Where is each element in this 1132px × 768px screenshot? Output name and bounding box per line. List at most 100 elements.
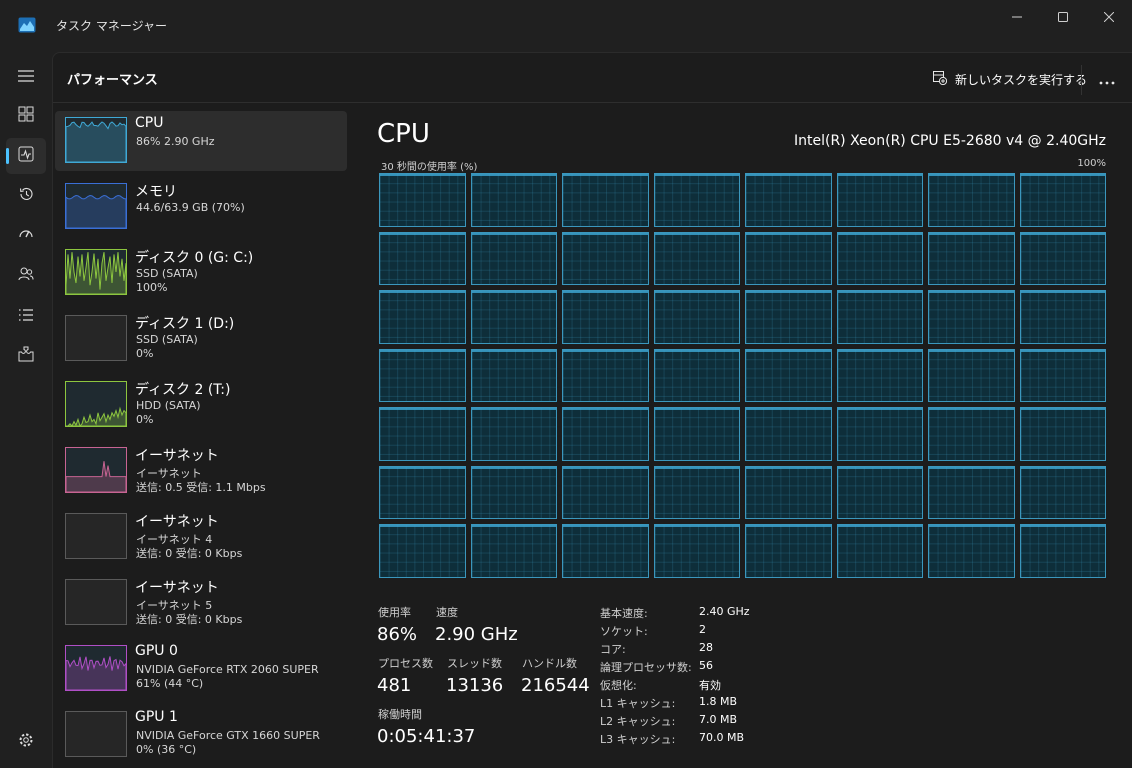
cpu-heading: CPU — [377, 119, 430, 149]
thumbnail-area — [66, 461, 126, 492]
thumbnail-trace — [66, 406, 126, 426]
hamburger-menu-icon — [18, 67, 34, 86]
run-new-task-label: 新しいタスクを実行する — [955, 72, 1088, 87]
resource-thumbnail-graph — [65, 117, 127, 163]
logical-processor-graph — [562, 231, 649, 286]
users-icon — [18, 266, 34, 286]
logical-processor-graph — [379, 524, 466, 578]
logical-processor-graph — [836, 231, 923, 286]
spec-label: コア: — [600, 643, 626, 656]
thumbnail-area — [66, 656, 126, 690]
thumbnail-trace — [66, 121, 126, 162]
logical-processor-graph — [928, 465, 1015, 520]
maximize-button[interactable] — [1040, 0, 1086, 32]
graph-max-label: 100% — [1077, 158, 1106, 169]
logical-processor-graph — [836, 465, 923, 520]
new-task-icon — [933, 70, 948, 88]
title-bar: タスク マネージャー — [0, 0, 1132, 52]
resource-detail: 61% (44 °C) — [136, 677, 204, 690]
resource-thumbnail-graph — [65, 711, 127, 757]
logical-processor-graph — [562, 524, 649, 578]
resource-thumbnail-graph — [65, 579, 127, 625]
header-separator — [53, 102, 1132, 103]
close-button[interactable] — [1086, 0, 1132, 32]
nav-processes[interactable] — [6, 98, 46, 134]
window-title: タスク マネージャー — [56, 19, 167, 33]
main-panel: パフォーマンス 新しいタスクを実行する CPU 86% 2.90 GHz メモリ 44… — [52, 52, 1132, 768]
logical-processor-graph — [379, 231, 466, 286]
resource-name: ディスク 2 (T:) — [135, 382, 231, 398]
resource-item-2[interactable]: ディスク 0 (G: C:) SSD (SATA) 100% — [55, 243, 347, 303]
nav-services[interactable] — [6, 338, 46, 374]
resource-item-7[interactable]: イーサネット イーサネット 5 送信: 0 受信: 0 Kbps — [55, 573, 347, 633]
logical-processor-graph — [745, 290, 832, 344]
resource-subtitle: SSD (SATA) — [136, 333, 198, 346]
resource-item-3[interactable]: ディスク 1 (D:) SSD (SATA) 0% — [55, 309, 347, 369]
speed-label: 速度 — [436, 606, 458, 619]
settings-icon — [18, 732, 34, 752]
resource-subtitle: NVIDIA GeForce GTX 1660 SUPER — [136, 729, 320, 742]
resource-detail: 送信: 0.5 受信: 1.1 Mbps — [136, 481, 266, 494]
logical-processor-graph — [562, 173, 649, 227]
more-options-button[interactable] — [1091, 65, 1123, 93]
resource-detail: 100% — [136, 281, 168, 294]
resource-item-4[interactable]: ディスク 2 (T:) HDD (SATA) 0% — [55, 375, 347, 435]
resource-thumbnail-graph — [65, 183, 127, 229]
spec-value: 有効 — [699, 679, 721, 692]
resource-subtitle: NVIDIA GeForce RTX 2060 SUPER — [136, 663, 319, 676]
resource-subtitle: 86% 2.90 GHz — [136, 135, 215, 148]
spec-label: 論理プロセッサ数: — [600, 661, 692, 674]
resource-item-5[interactable]: イーサネット イーサネット 送信: 0.5 受信: 1.1 Mbps — [55, 441, 347, 501]
nav-performance[interactable] — [6, 138, 46, 174]
logical-processor-graph — [653, 524, 740, 578]
logical-processor-graph — [1019, 524, 1106, 578]
logical-processor-graph — [928, 348, 1015, 403]
nav-app-history[interactable] — [6, 178, 46, 214]
resource-item-8[interactable]: GPU 0 NVIDIA GeForce RTX 2060 SUPER 61% (4… — [55, 639, 347, 699]
minimize-button[interactable] — [994, 0, 1040, 32]
logical-processor-graph — [653, 407, 740, 461]
logical-processor-graph — [379, 173, 466, 227]
header-divider — [1081, 65, 1082, 95]
logical-processor-graph — [470, 173, 557, 227]
thumbnail-area — [66, 406, 126, 426]
resource-item-0[interactable]: CPU 86% 2.90 GHz — [55, 111, 347, 171]
resource-thumbnail-graph — [65, 513, 127, 559]
resource-detail: 送信: 0 受信: 0 Kbps — [136, 613, 243, 626]
spec-value: 7.0 MB — [699, 713, 738, 726]
more-options-icon — [1099, 70, 1115, 89]
active-indicator — [6, 148, 9, 164]
page-title: パフォーマンス — [67, 73, 158, 88]
nav-users[interactable] — [6, 258, 46, 294]
spec-label: L2 キャッシュ: — [600, 715, 676, 728]
logical-processor-graph — [470, 465, 557, 520]
logical-processor-graph — [836, 173, 923, 227]
nav-details[interactable] — [6, 298, 46, 334]
utilization-value: 86% — [377, 624, 418, 645]
hamburger-menu-button[interactable] — [6, 58, 46, 94]
uptime-label: 稼働時間 — [378, 708, 422, 721]
logical-processor-graph — [470, 348, 557, 403]
spec-value: 56 — [699, 659, 713, 672]
resource-item-1[interactable]: メモリ 44.6/63.9 GB (70%) — [55, 177, 347, 237]
task-manager-app-icon — [18, 17, 36, 33]
details-icon — [18, 307, 34, 326]
resource-item-9[interactable]: GPU 1 NVIDIA GeForce GTX 1660 SUPER 0% (36… — [55, 705, 347, 765]
resource-detail: 送信: 0 受信: 0 Kbps — [136, 547, 243, 560]
resource-detail: 0% — [136, 347, 154, 360]
logical-processor-graph — [562, 407, 649, 461]
logical-processor-graph — [745, 407, 832, 461]
run-new-task-button[interactable]: 新しいタスクを実行する — [925, 65, 1095, 93]
nav-settings[interactable] — [6, 724, 46, 760]
maximize-icon — [1058, 7, 1068, 26]
resource-name: メモリ — [135, 184, 177, 200]
graph-caption: 30 秒間の使用率 (%) — [381, 162, 478, 173]
resource-name: イーサネット — [135, 580, 219, 596]
logical-processor-graph — [928, 407, 1015, 461]
logical-processor-graph — [653, 290, 740, 344]
logical-processor-graph — [745, 231, 832, 286]
spec-value: 1.8 MB — [699, 695, 738, 708]
logical-processor-graph — [745, 524, 832, 578]
nav-startup-apps[interactable] — [6, 218, 46, 254]
resource-item-6[interactable]: イーサネット イーサネット 4 送信: 0 受信: 0 Kbps — [55, 507, 347, 567]
